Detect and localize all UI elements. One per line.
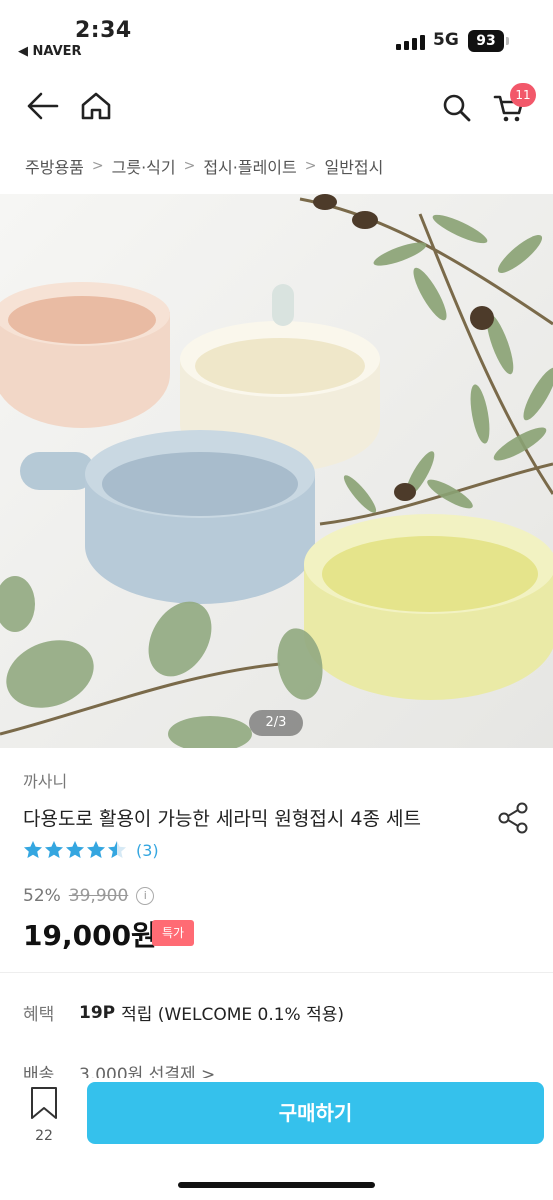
star-rating <box>23 840 128 860</box>
brand-name[interactable]: 까사니 <box>23 768 67 792</box>
breadcrumb-item[interactable]: 접시·플레이트 <box>203 154 296 178</box>
breadcrumb: 주방용품 > 그릇·식기 > 접시·플레이트 > 일반접시 <box>25 154 383 178</box>
image-pager: 2/3 <box>249 710 303 736</box>
price-discount-row: 52% 39,900 i <box>23 886 155 906</box>
info-icon[interactable]: i <box>136 887 155 905</box>
status-time: 2:34 <box>75 18 132 43</box>
battery-icon: 93 <box>468 30 504 52</box>
status-bar: 2:34 ◀ NAVER 5G 93 <box>0 0 553 66</box>
search-icon[interactable] <box>437 88 477 128</box>
original-price: 39,900 <box>68 886 129 906</box>
home-icon[interactable] <box>76 86 116 126</box>
network-type: 5G <box>433 30 459 50</box>
star-icon <box>66 841 84 858</box>
sale-price: 19,000원 <box>23 919 157 952</box>
bookmark-count: 22 <box>35 1128 53 1144</box>
star-icon <box>24 841 42 858</box>
chevron-right-icon: > <box>91 158 104 174</box>
product-title: 다용도로 활용이 가능한 세라믹 원형접시 4종 세트 <box>23 808 421 830</box>
chevron-right-icon: > <box>304 158 317 174</box>
star-icon <box>108 841 126 858</box>
back-to-app-link[interactable]: ◀ NAVER <box>18 44 82 59</box>
cart-count-badge: 11 <box>510 83 536 107</box>
benefit-text: 적립 (WELCOME 0.1% 적용) <box>121 1005 345 1025</box>
share-icon[interactable] <box>496 800 532 836</box>
chevron-right-icon: > <box>183 158 196 174</box>
rating[interactable]: (3) <box>23 840 159 860</box>
review-count[interactable]: (3) <box>136 841 159 860</box>
breadcrumb-item[interactable]: 일반접시 <box>324 154 383 178</box>
benefit-label: 혜택 <box>23 1005 55 1025</box>
benefit-row: 혜택 19P 적립 (WELCOME 0.1% 적용) <box>23 1000 345 1026</box>
buy-button[interactable]: 구매하기 <box>87 1082 544 1144</box>
star-icon <box>45 841 63 858</box>
signal-icon <box>396 34 426 50</box>
bookmark-button[interactable]: 22 <box>22 1086 66 1150</box>
bookmark-icon <box>31 1087 57 1119</box>
battery-tip <box>506 37 509 45</box>
breadcrumb-item[interactable]: 주방용품 <box>25 154 84 178</box>
divider <box>0 972 553 973</box>
product-image[interactable] <box>0 194 553 748</box>
discount-rate: 52% <box>23 886 61 906</box>
benefit-points: 19P <box>79 1002 116 1023</box>
special-price-badge: 특가 <box>152 920 194 946</box>
breadcrumb-item[interactable]: 그릇·식기 <box>112 154 176 178</box>
back-arrow-icon[interactable] <box>22 86 62 126</box>
home-indicator <box>178 1182 375 1188</box>
top-nav <box>0 80 553 134</box>
star-icon <box>87 841 105 858</box>
